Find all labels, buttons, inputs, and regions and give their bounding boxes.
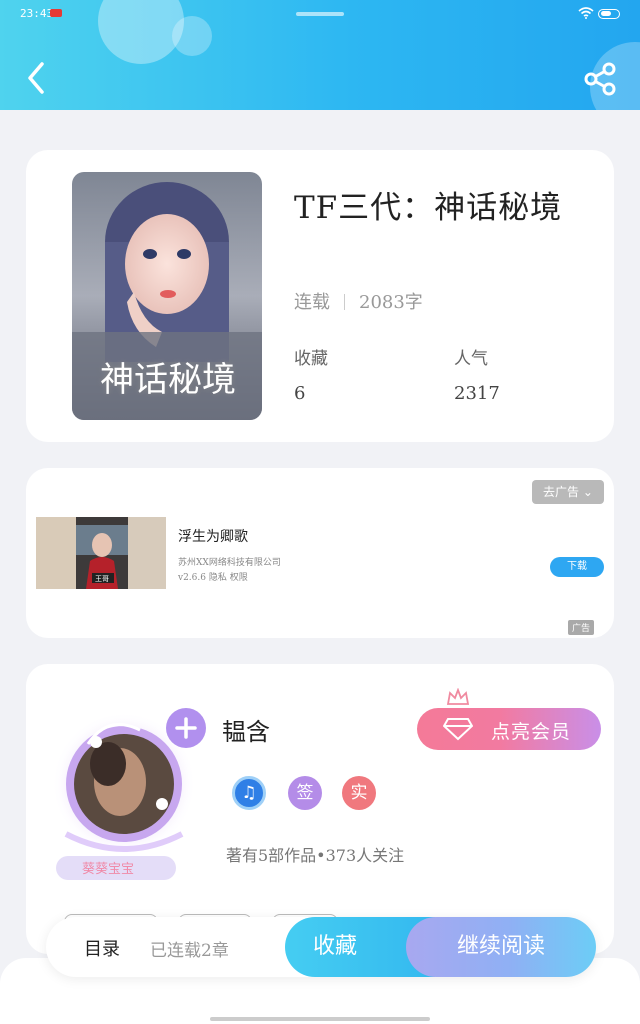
chevron-down-icon: ⌄ bbox=[582, 485, 593, 499]
popularity-value: 2317 bbox=[454, 383, 500, 404]
chevron-left-icon bbox=[28, 62, 44, 94]
book-info-card: 神话秘境 TF三代：神话秘境 连载 2083字 收藏 6 人气 2317 bbox=[26, 150, 614, 442]
ad-thumbnail[interactable]: 王哥 bbox=[36, 517, 166, 589]
popularity-label: 人气 bbox=[454, 349, 488, 369]
notification-icon bbox=[50, 9, 62, 17]
book-meta: 连载 2083字 bbox=[294, 288, 423, 314]
plus-icon bbox=[175, 717, 197, 739]
ad-download-button[interactable]: 下载 bbox=[550, 557, 604, 577]
battery-icon bbox=[598, 9, 620, 19]
share-icon bbox=[584, 62, 616, 96]
favorites-stat: 收藏 6 bbox=[294, 344, 328, 404]
music-badge-icon: ♫ bbox=[232, 776, 266, 810]
ad-version: v2.6.6 隐私 权限 bbox=[178, 573, 248, 583]
remove-ads-button[interactable]: 去广告 ⌄ bbox=[532, 480, 604, 504]
toc-label: 目录 bbox=[84, 939, 120, 960]
wifi-icon bbox=[578, 7, 594, 19]
home-indicator[interactable] bbox=[210, 1017, 430, 1021]
signed-badge-icon: 签 bbox=[288, 776, 322, 810]
ad-label: 广告 bbox=[568, 620, 595, 635]
share-button[interactable] bbox=[582, 60, 620, 98]
author-avatar[interactable]: 葵葵宝宝 bbox=[48, 684, 206, 884]
status-time: 23:43 bbox=[20, 7, 54, 20]
decor-bubble bbox=[98, 0, 184, 64]
book-title: TF三代：神话秘境 bbox=[294, 190, 563, 226]
ad-title: 浮生为卿歌 bbox=[178, 529, 248, 545]
verified-badge-icon: 实 bbox=[342, 776, 376, 810]
popularity-stat: 人气 2317 bbox=[454, 344, 500, 404]
author-card: 葵葵宝宝 韫含 点亮会员 ♫ 签 实 著有5部作品•373人关注 bbox=[26, 664, 614, 954]
vip-label: 点亮会员 bbox=[491, 721, 572, 743]
meta-divider bbox=[344, 294, 345, 310]
bottom-action-bar: 目录 已连载2章 收藏 继续阅读 bbox=[46, 917, 596, 977]
favorites-value: 6 bbox=[294, 383, 306, 404]
follow-button[interactable] bbox=[166, 708, 206, 748]
remove-ads-label: 去广告 bbox=[543, 485, 580, 499]
author-name: 韫含 bbox=[222, 718, 270, 746]
avatar-caption: 葵葵宝宝 bbox=[82, 862, 135, 877]
ad-card[interactable]: 去广告 ⌄ 王哥 浮生为卿歌 苏州XX网络科技有限公司 v2.6.6 隐私 权限… bbox=[26, 468, 614, 638]
continue-reading-button[interactable]: 继续阅读 bbox=[406, 917, 596, 977]
back-button[interactable] bbox=[20, 58, 54, 98]
author-stats: 著有5部作品•373人关注 bbox=[226, 846, 405, 865]
cover-title-text: 神话秘境 bbox=[100, 360, 236, 400]
word-count: 2083字 bbox=[359, 292, 423, 313]
header: 23:43 bbox=[0, 0, 640, 110]
ad-thumb-caption: 王哥 bbox=[95, 575, 109, 583]
diamond-icon bbox=[443, 718, 473, 741]
toc-status: 已连载2章 bbox=[150, 941, 229, 961]
book-cover[interactable]: 神话秘境 bbox=[72, 172, 262, 420]
crown-icon bbox=[446, 688, 470, 705]
favorites-label: 收藏 bbox=[294, 349, 328, 369]
vip-button[interactable]: 点亮会员 bbox=[417, 708, 601, 750]
ad-company: 苏州XX网络科技有限公司 bbox=[178, 558, 281, 568]
serial-status: 连载 bbox=[294, 292, 330, 313]
decor-bubble bbox=[172, 16, 212, 56]
status-pill bbox=[296, 12, 344, 16]
